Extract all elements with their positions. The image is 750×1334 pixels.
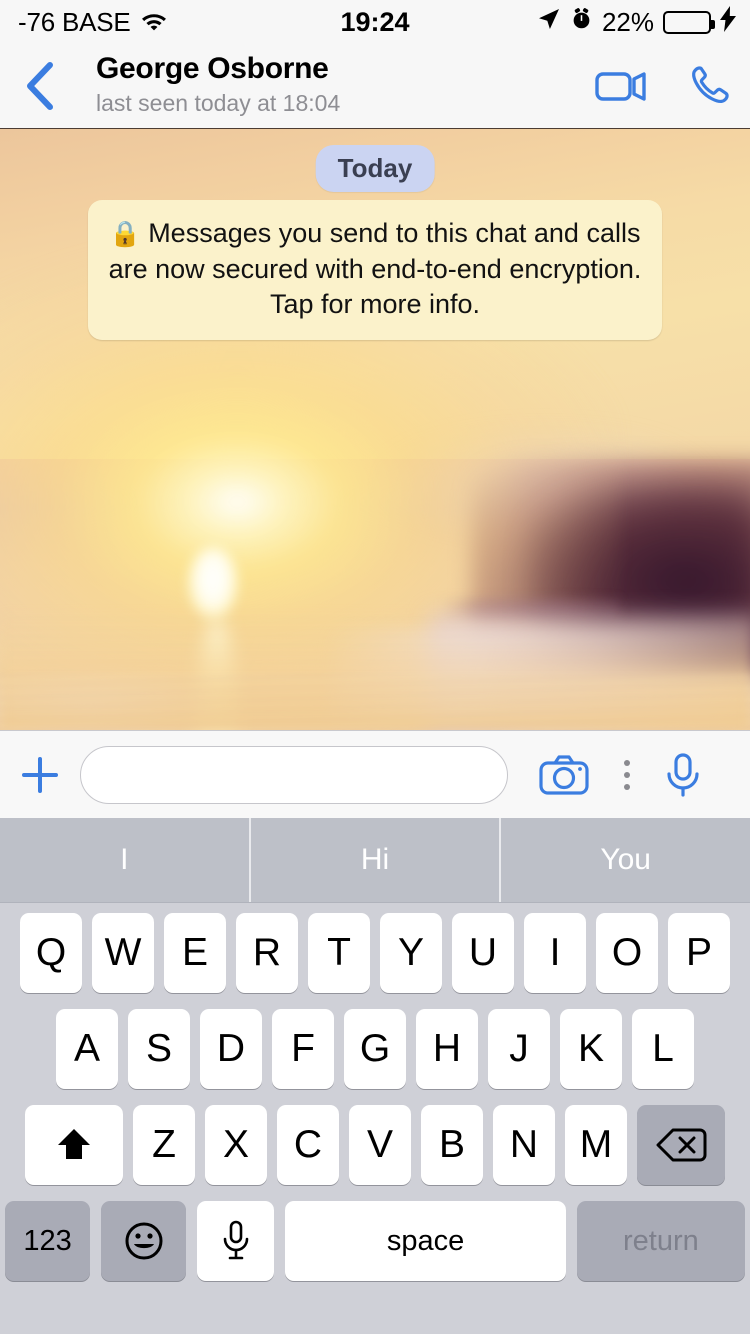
lightning-bolt-icon (720, 5, 736, 39)
battery-percent-label: 22% (601, 6, 654, 37)
plus-icon (22, 756, 58, 793)
shift-arrow-icon (58, 1129, 90, 1159)
predictive-text-bar: I Hi You (0, 818, 750, 903)
key-i[interactable]: I (524, 913, 586, 993)
camera-button[interactable] (538, 753, 590, 797)
message-input-bar (0, 730, 750, 818)
key-u[interactable]: U (452, 913, 514, 993)
key-n[interactable]: N (493, 1105, 555, 1185)
space-key[interactable]: space (285, 1201, 566, 1281)
key-b[interactable]: B (421, 1105, 483, 1185)
back-button[interactable] (14, 61, 64, 111)
key-w[interactable]: W (92, 913, 154, 993)
key-q[interactable]: Q (20, 913, 82, 993)
battery-icon (663, 10, 715, 34)
encryption-notice-text: Messages you send to this chat and calls… (108, 218, 642, 319)
keyboard-row-4: 123 space return (0, 1201, 750, 1281)
key-d[interactable]: D (200, 1009, 262, 1089)
video-call-button[interactable] (594, 66, 650, 106)
chevron-left-icon (27, 62, 53, 110)
chat-navigation-bar: George Osborne last seen today at 18:04 (0, 44, 750, 129)
key-j[interactable]: J (488, 1009, 550, 1089)
keyboard-row-1: Q W E R T Y U I O P (0, 913, 750, 993)
alarm-clock-icon (570, 7, 593, 38)
key-e[interactable]: E (164, 913, 226, 993)
microphone-icon (223, 1220, 249, 1260)
key-f[interactable]: F (272, 1009, 334, 1089)
keyboard-row-2: A S D F G H J K L (0, 1009, 750, 1089)
attach-button[interactable] (0, 753, 80, 797)
prediction-1[interactable]: Hi (248, 818, 500, 902)
key-z[interactable]: Z (133, 1105, 195, 1185)
key-p[interactable]: P (668, 913, 730, 993)
input-bar-actions (538, 752, 702, 798)
key-v[interactable]: V (349, 1105, 411, 1185)
key-x[interactable]: X (205, 1105, 267, 1185)
emoji-key[interactable] (101, 1201, 187, 1281)
dictation-key[interactable] (197, 1201, 275, 1281)
backspace-delete-icon (656, 1128, 707, 1162)
key-c[interactable]: C (277, 1105, 339, 1185)
phone-screen: -76 BASE 19:24 22% George Osborne last s… (0, 0, 750, 1334)
key-s[interactable]: S (128, 1009, 190, 1089)
date-separator-badge: Today (315, 145, 435, 192)
smiley-face-icon (125, 1222, 163, 1260)
key-o[interactable]: O (596, 913, 658, 993)
numbers-key[interactable]: 123 (5, 1201, 91, 1281)
encryption-notice-bubble[interactable]: 🔒 Messages you send to this chat and cal… (88, 200, 662, 340)
status-bar-right: 22% (537, 5, 736, 39)
keyboard-bottom-spacer (0, 1281, 750, 1289)
key-h[interactable]: H (416, 1009, 478, 1089)
location-arrow-icon (537, 7, 561, 38)
voice-message-button[interactable] (664, 752, 702, 798)
more-options-button[interactable] (616, 754, 638, 796)
key-k[interactable]: K (560, 1009, 622, 1089)
prediction-2[interactable]: You (499, 818, 750, 902)
status-bar: -76 BASE 19:24 22% (0, 0, 750, 44)
video-camera-icon (595, 72, 646, 101)
return-key[interactable]: return (576, 1201, 745, 1281)
key-r[interactable]: R (236, 913, 298, 993)
key-m[interactable]: M (565, 1105, 627, 1185)
kebab-dot (624, 771, 630, 778)
key-t[interactable]: T (308, 913, 370, 993)
chat-header-actions (594, 63, 732, 109)
phone-icon (692, 66, 729, 104)
keyboard-row-3: Z X C V B N M (0, 1105, 750, 1185)
contact-name: George Osborne (96, 52, 329, 85)
chat-message-area[interactable]: Today 🔒 Messages you send to this chat a… (0, 129, 750, 730)
chat-header-titles[interactable]: George Osborne last seen today at 18:04 (96, 50, 340, 118)
prediction-0[interactable]: I (0, 818, 249, 902)
key-y[interactable]: Y (380, 913, 442, 993)
camera-icon (539, 754, 589, 795)
kebab-dot (624, 783, 630, 790)
key-g[interactable]: G (344, 1009, 406, 1089)
key-a[interactable]: A (56, 1009, 118, 1089)
shift-key[interactable] (25, 1105, 123, 1185)
microphone-icon (667, 752, 699, 797)
message-input[interactable] (80, 745, 508, 804)
key-l[interactable]: L (632, 1009, 694, 1089)
backspace-key[interactable] (637, 1105, 725, 1185)
voice-call-button[interactable] (686, 63, 732, 109)
lock-icon: 🔒 (109, 220, 141, 248)
kebab-dot (624, 759, 630, 766)
contact-presence: last seen today at 18:04 (96, 90, 341, 116)
onscreen-keyboard: I Hi You Q W E R T Y U I O P A S D F G H… (0, 818, 750, 1334)
